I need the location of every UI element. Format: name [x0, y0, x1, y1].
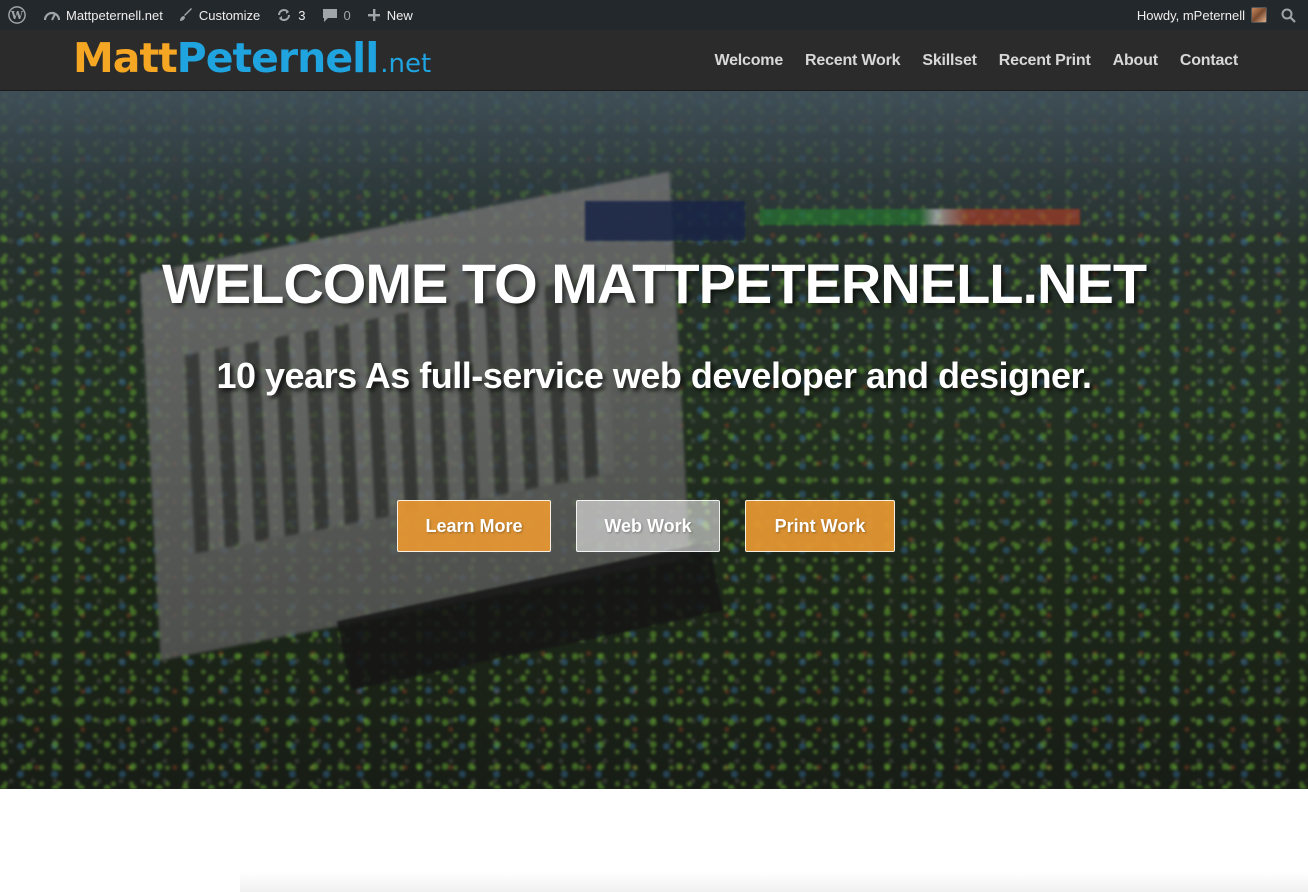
- avatar: [1251, 7, 1267, 23]
- updates-icon: [276, 7, 292, 23]
- site-header: MattPeternell.net Welcome Recent Work Sk…: [0, 30, 1308, 91]
- nav-skillset[interactable]: Skillset: [922, 52, 977, 70]
- updates-link[interactable]: 3: [268, 0, 313, 30]
- comment-icon: [322, 8, 338, 23]
- dashboard-icon: [44, 8, 60, 22]
- new-label: New: [386, 7, 413, 23]
- updates-count: 3: [298, 7, 306, 23]
- hero-title: WELCOME TO MATTPETERNELL.NET: [161, 252, 1147, 315]
- plus-icon: [367, 8, 381, 22]
- content-shadow: [240, 872, 1308, 892]
- nav-contact[interactable]: Contact: [1180, 52, 1238, 70]
- hero-subtitle: 10 years As full-service web developer a…: [216, 355, 1092, 396]
- site-logo[interactable]: MattPeternell.net: [73, 34, 431, 82]
- nav-recent-work[interactable]: Recent Work: [805, 52, 901, 70]
- hero-buttons: Learn More Web Work Print Work: [397, 500, 895, 552]
- nav-about[interactable]: About: [1113, 52, 1158, 70]
- comments-count: 0: [343, 7, 351, 23]
- main-nav: Welcome Recent Work Skillset Recent Prin…: [714, 30, 1238, 91]
- content-area: [0, 789, 1308, 892]
- admin-bar-left: W Mattpeternell.net Customize 3 0 New: [0, 0, 421, 30]
- web-work-button[interactable]: Web Work: [576, 500, 720, 552]
- hero-overlay: [0, 91, 1308, 789]
- hero-section: WELCOME TO MATTPETERNELL.NET 10 years As…: [0, 91, 1308, 789]
- greeting-label: Howdy, mPeternell: [1136, 7, 1245, 23]
- admin-bar: W Mattpeternell.net Customize 3 0 New Ho…: [0, 0, 1308, 30]
- wordpress-logo-button[interactable]: W: [0, 0, 36, 30]
- nav-welcome[interactable]: Welcome: [714, 52, 783, 70]
- admin-bar-right: Howdy, mPeternell: [1129, 0, 1308, 30]
- customize-link[interactable]: Customize: [171, 0, 268, 30]
- site-name-label: Mattpeternell.net: [66, 7, 163, 23]
- customize-label: Customize: [198, 7, 261, 23]
- logo-text-net: .net: [380, 49, 432, 79]
- nav-recent-print[interactable]: Recent Print: [999, 52, 1091, 70]
- paintbrush-icon: [179, 8, 193, 22]
- comments-link[interactable]: 0: [314, 0, 359, 30]
- admin-search-button[interactable]: [1275, 0, 1308, 30]
- print-work-button[interactable]: Print Work: [745, 500, 895, 552]
- wordpress-icon: W: [8, 6, 26, 24]
- search-icon: [1281, 8, 1296, 23]
- learn-more-button[interactable]: Learn More: [397, 500, 551, 552]
- account-menu[interactable]: Howdy, mPeternell: [1129, 0, 1275, 30]
- new-content-link[interactable]: New: [359, 0, 421, 30]
- logo-text-peternell: Peternell: [176, 34, 380, 82]
- svg-text:W: W: [10, 9, 24, 22]
- logo-text-matt: Matt: [73, 34, 178, 82]
- site-name-link[interactable]: Mattpeternell.net: [36, 0, 171, 30]
